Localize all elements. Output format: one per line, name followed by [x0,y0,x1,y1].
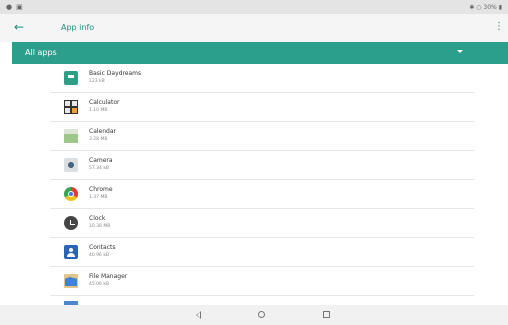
notification-dot-icon: ● [6,3,13,11]
list-item[interactable]: File Manager 45.06 kB [50,267,474,296]
app-size: 3.28 MB [89,137,108,142]
camera-icon [64,158,78,172]
nav-home-icon[interactable] [258,311,265,318]
dropdown-caret-icon [457,50,463,53]
app-size: 57.34 kB [89,166,110,171]
app-size: 45.06 kB [89,282,110,287]
status-bar: ● ▣ ✱ ○ 30% ▮ [0,0,508,14]
list-item[interactable]: Basic Daydreams 123 kB [50,64,474,93]
app-size: 10.38 MB [89,224,111,229]
filter-label: All apps [25,48,57,57]
navigation-bar [0,305,508,325]
page-title: App info [61,23,95,32]
list-item[interactable]: Calendar 3.28 MB [50,122,474,151]
list-item[interactable]: Camera 57.34 kB [50,151,474,180]
app-name: Basic Daydreams [89,70,142,77]
battery-icon: ▮ [498,3,502,11]
back-arrow-icon[interactable]: ← [14,21,24,33]
more-vertical-icon[interactable]: ⋮ [494,21,504,32]
app-name: Contacts [89,244,116,251]
nav-back-icon[interactable] [196,311,201,319]
photo-icon: ▣ [16,3,23,11]
app-name: File Manager [89,273,128,280]
app-name: Calculator [89,99,120,106]
contacts-icon [64,245,78,259]
clock-icon [64,216,78,230]
app-name: Chrome [89,186,113,193]
chrome-icon [64,187,78,201]
app-list: Basic Daydreams 123 kB Calculator 1.10 M… [50,64,474,302]
list-item[interactable]: Calculator 1.10 MB [50,93,474,122]
nav-recents-icon[interactable] [323,311,330,318]
app-name: Camera [89,157,113,164]
app-size: 1.37 MB [89,195,108,200]
list-item[interactable]: Clock 10.38 MB [50,209,474,238]
status-right: ✱ ○ 30% ▮ [469,4,502,11]
android-screen: ● ▣ ✱ ○ 30% ▮ ← App info ⋮ All apps Basi… [0,0,508,325]
list-item[interactable]: Chrome 1.37 MB [50,180,474,209]
status-right-text: ✱ ○ 30% [469,3,497,11]
app-name: Clock [89,215,106,222]
list-item[interactable]: Contacts 40.96 kB [50,238,474,267]
app-name: Calendar [89,128,116,135]
status-left: ● ▣ [6,3,23,11]
file-manager-icon [64,274,78,288]
app-bar: ← App info ⋮ [0,14,508,42]
app-size: 123 kB [89,79,105,84]
app-filter-dropdown[interactable]: All apps [12,42,508,64]
app-size: 1.10 MB [89,108,108,113]
app-size: 40.96 kB [89,253,110,258]
calendar-icon [64,129,78,143]
calculator-icon [64,100,78,114]
daydreams-icon [64,71,78,85]
